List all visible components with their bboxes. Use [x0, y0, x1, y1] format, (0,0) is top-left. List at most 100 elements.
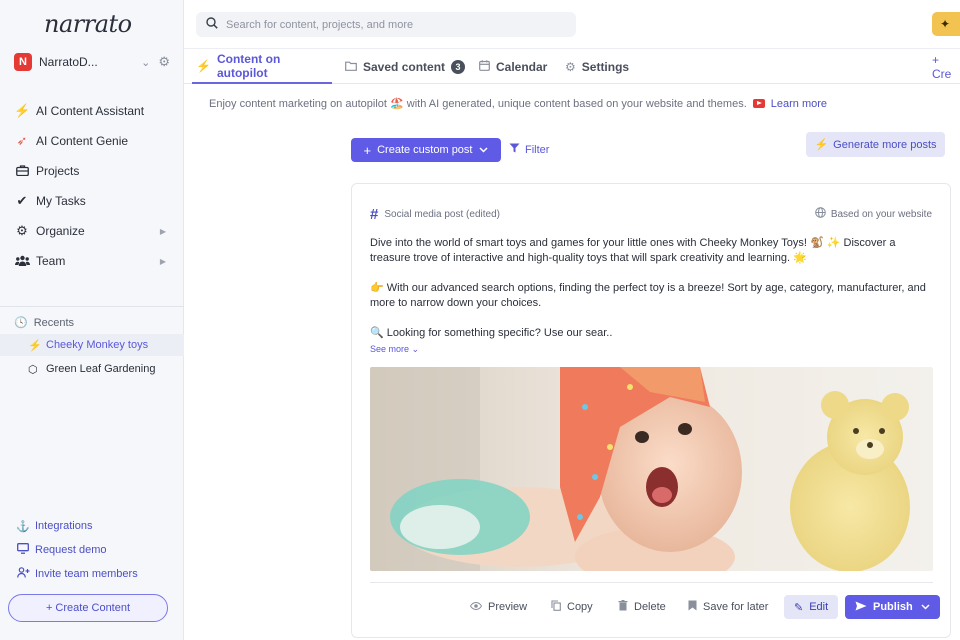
sidebar-item-projects[interactable]: Projects	[14, 156, 174, 186]
create-custom-post-button[interactable]: + Create custom post	[351, 138, 501, 162]
invite-team-label: Invite team members	[35, 568, 138, 580]
recent-item-label: Green Leaf Gardening	[46, 363, 156, 375]
team-icon	[14, 254, 30, 269]
copy-button[interactable]: Copy	[551, 595, 593, 619]
copy-label: Copy	[567, 601, 593, 613]
copy-icon	[551, 600, 561, 614]
edit-button[interactable]: ✎ Edit	[784, 595, 839, 619]
clock-icon: 🕓	[14, 317, 28, 329]
save-for-later-button[interactable]: Save for later	[688, 595, 768, 619]
sidebar-item-my-tasks[interactable]: ✔ My Tasks	[14, 186, 174, 216]
preview-button[interactable]: Preview	[469, 595, 527, 619]
expand-arrow-icon[interactable]: ▶	[160, 257, 166, 266]
chevron-down-icon[interactable]: ⌄	[141, 56, 150, 69]
sidebar-item-label: AI Content Assistant	[36, 104, 145, 118]
generate-more-posts-button[interactable]: ⚡ Generate more posts	[806, 132, 945, 157]
filter-icon	[509, 143, 520, 156]
chevron-down-icon[interactable]	[921, 601, 930, 613]
post-card: # Social media post (edited) Based on yo…	[351, 183, 951, 638]
recents-title: Recents	[33, 316, 75, 329]
filter-button[interactable]: Filter	[509, 143, 549, 156]
plus-icon: +	[363, 142, 372, 158]
sidebar-item-organize[interactable]: ⚙ Organize ▶	[14, 216, 174, 246]
tab-label: Content on autopilot	[216, 51, 281, 80]
sidebar-item-ai-content-assistant[interactable]: ⚡ AI Content Assistant	[14, 96, 174, 126]
sidebar-item-team[interactable]: Team ▶	[14, 246, 174, 276]
tab-settings[interactable]: ⚙ Settings	[565, 49, 629, 84]
pencil-icon: ✎	[794, 601, 804, 614]
post-type-label: Social media post (edited)	[384, 209, 500, 220]
briefcase-icon	[14, 164, 30, 179]
delete-button[interactable]: Delete	[618, 595, 666, 619]
workspace-badge: N	[14, 53, 32, 71]
tab-calendar[interactable]: Calendar	[479, 49, 547, 84]
checkmark-icon: ✔	[16, 193, 28, 208]
edit-label: Edit	[809, 601, 829, 613]
post-paragraph: Dive into the world of smart toys and ga…	[370, 237, 896, 264]
learn-more-link[interactable]: Learn more	[771, 98, 827, 110]
see-more-link[interactable]: See more ⌄	[370, 344, 419, 355]
gear-icon[interactable]: ⚙	[158, 54, 170, 70]
recent-item-green-leaf[interactable]: ⬡ Green Leaf Gardening	[0, 358, 184, 380]
chevron-down-icon	[479, 144, 489, 156]
post-source: Based on your website	[815, 207, 932, 221]
banner-text: Enjoy content marketing on autopilot 🏖️ …	[209, 98, 747, 110]
workspace-switcher[interactable]: N NarratoD... ⌄ ⚙	[14, 52, 170, 72]
hashtag-icon: #	[370, 206, 379, 223]
search-bar[interactable]	[196, 12, 576, 37]
sidebar-item-label: Projects	[36, 164, 80, 178]
lightning-icon: ⚡	[28, 339, 42, 352]
tab-label: Settings	[581, 59, 630, 74]
info-banner: Enjoy content marketing on autopilot 🏖️ …	[209, 97, 827, 111]
youtube-icon[interactable]	[752, 99, 765, 108]
publish-label: Publish	[873, 601, 913, 613]
create-link[interactable]: + Cre	[932, 49, 960, 84]
globe-icon	[815, 207, 826, 221]
search-input[interactable]	[226, 18, 556, 31]
generate-more-label: Generate more posts	[833, 138, 937, 151]
anchor-icon: ⚓	[16, 520, 30, 533]
publish-button[interactable]: Publish	[845, 595, 940, 619]
sidebar-item-label: My Tasks	[36, 194, 86, 208]
recents-header: 🕓 Recents	[14, 316, 75, 330]
see-more-label: See more	[370, 344, 410, 354]
expand-arrow-icon[interactable]: ▶	[160, 227, 166, 236]
request-demo-link[interactable]: Request demo	[16, 538, 138, 562]
folder-icon	[345, 60, 357, 74]
sidebar-item-label: Team	[36, 254, 66, 268]
post-type: # Social media post (edited)	[370, 206, 500, 223]
sparkle-icon: ✦	[940, 17, 951, 31]
tab-label: Calendar	[496, 59, 548, 74]
post-actions: Preview Copy Delete Save for later ✎ Edi…	[352, 595, 952, 619]
recent-item-cheeky-monkey[interactable]: ⚡ Cheeky Monkey toys	[0, 334, 184, 356]
tab-content-on-autopilot[interactable]: ⚡ Content on autopilot	[192, 49, 332, 84]
post-source-label: Based on your website	[830, 208, 932, 220]
sidebar-divider	[0, 306, 184, 307]
calendar-icon	[479, 59, 490, 74]
organize-icon: ⚙	[16, 223, 28, 238]
post-body: Dive into the world of smart toys and ga…	[370, 236, 936, 356]
rocket-icon: ➶	[16, 133, 28, 148]
sidebar-nav: ⚡ AI Content Assistant ➶ AI Content Geni…	[14, 96, 174, 276]
sidebar-item-label: AI Content Genie	[36, 134, 129, 148]
add-user-icon	[16, 567, 30, 581]
card-divider	[370, 582, 933, 583]
post-paragraph: 👉 With our advanced search options, find…	[370, 282, 926, 309]
sidebar-item-ai-content-genie[interactable]: ➶ AI Content Genie	[14, 126, 174, 156]
gear-icon: ⚙	[565, 59, 576, 74]
post-image	[370, 367, 933, 571]
post-paragraph: 🔍 Looking for something specific? Use ou…	[370, 327, 613, 339]
sidebar-bottom-links: ⚓ Integrations Request demo Invite team …	[16, 514, 138, 586]
lightning-icon: ⚡	[196, 58, 211, 73]
lightning-icon: ⚡	[814, 139, 829, 151]
invite-team-link[interactable]: Invite team members	[16, 562, 138, 586]
tab-saved-content[interactable]: Saved content 3	[345, 49, 466, 84]
monitor-icon	[16, 543, 30, 557]
bookmark-icon	[688, 600, 697, 614]
app-logo[interactable]: narrato	[44, 10, 132, 38]
upgrade-button[interactable]: ✦	[932, 12, 960, 36]
create-content-button[interactable]: + Create Content	[8, 594, 168, 622]
integrations-link[interactable]: ⚓ Integrations	[16, 514, 138, 538]
save-for-later-label: Save for later	[703, 601, 769, 613]
send-icon	[855, 601, 867, 614]
